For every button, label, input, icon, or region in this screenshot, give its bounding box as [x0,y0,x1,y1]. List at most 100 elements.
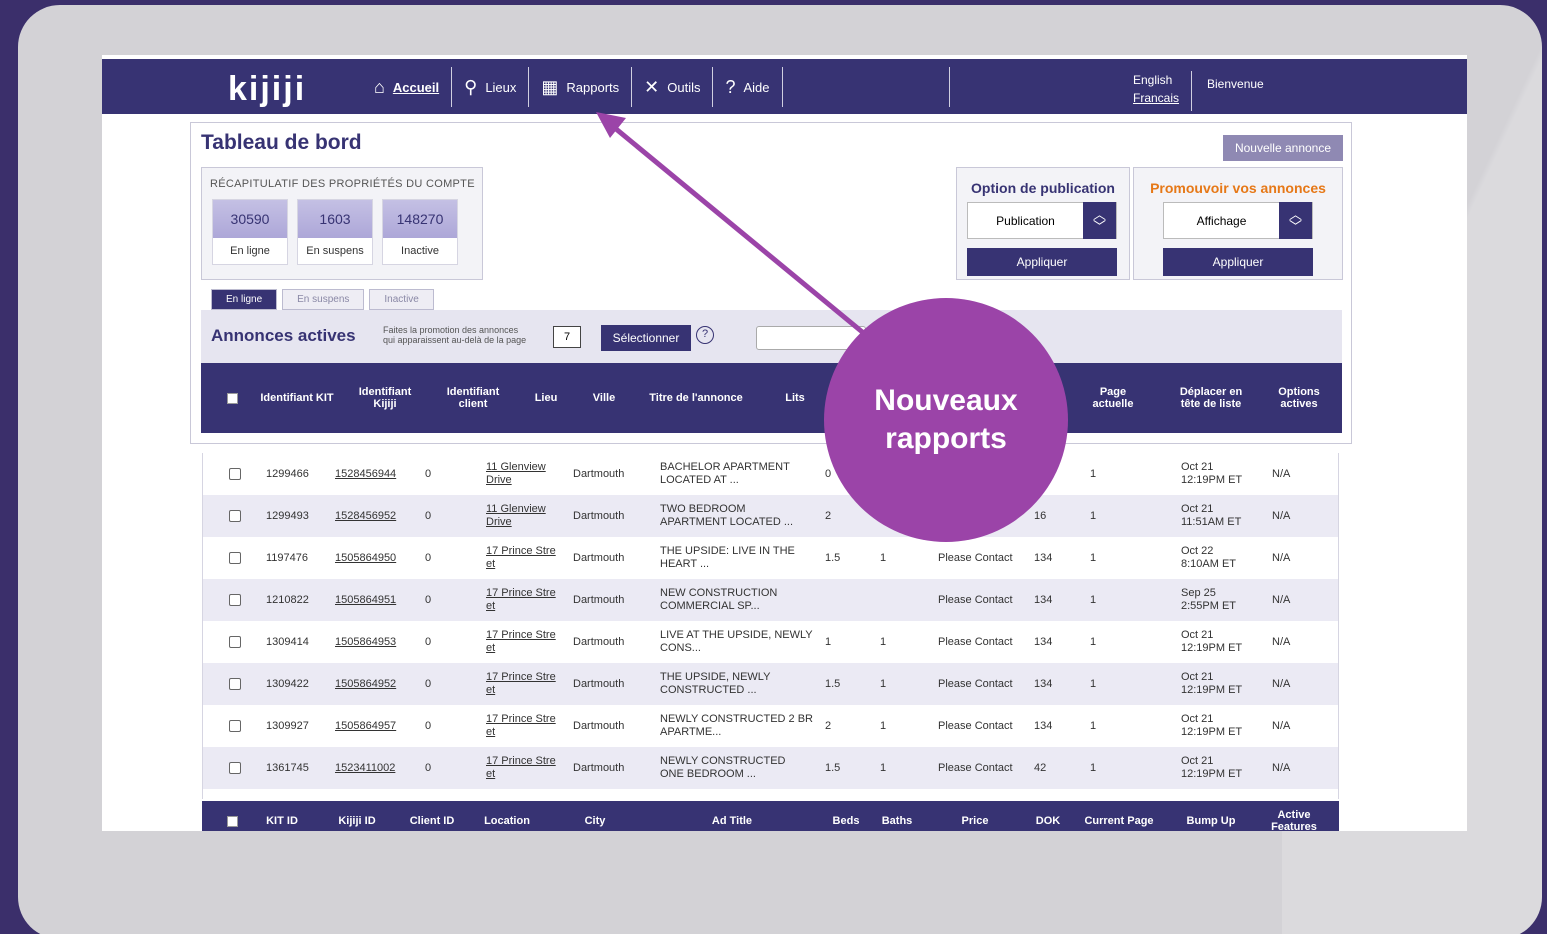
cell-kijiji[interactable]: 1505864953 [335,621,405,663]
tab-inactive[interactable]: Inactive [369,289,434,310]
col-footer[interactable]: City [572,801,618,831]
col-footer[interactable]: Client ID [408,801,456,831]
table-row[interactable]: 1361745 1523411002 0 17 Prince Stre et Dartmo… [203,747,1338,789]
col-footer[interactable]: KIT ID [257,801,307,831]
table-row[interactable]: 1197476 1505864950 0 17 Prince Stre et Dartmo… [203,537,1338,579]
col-header[interactable]: Identifiant client [435,363,511,433]
cell-location1[interactable]: 17 Prince Stre et [486,621,566,663]
stat-inactive[interactable]: 148270 Inactive [382,199,458,265]
main-nav: ⌂ Accueil ⚲ Lieux ▦ Rapports ✕ Outils ? [362,67,783,107]
cell-location1[interactable]: 11 Glenview Drive [486,453,566,495]
table-row[interactable]: 1309927 1505864957 0 17 Prince Stre et Dartmo… [203,705,1338,747]
stat-online[interactable]: 30590 En ligne [212,199,288,265]
publication-apply-button[interactable]: Appliquer [967,248,1117,276]
cell-text: 0 [425,719,432,732]
nav-item-accueil[interactable]: ⌂ Accueil [362,67,453,107]
row-checkbox-cell[interactable] [229,537,243,579]
cell-text: 1528456952 [335,509,397,522]
nav-item-lieux[interactable]: ⚲ Lieux [452,67,530,107]
cell-text: Dartmouth [573,467,625,480]
row-checkbox[interactable] [229,720,241,732]
row-checkbox-cell[interactable] [229,579,243,621]
cell-location1[interactable]: 11 Glenview Drive [486,495,566,537]
cell-price: Please Contact [938,663,1028,705]
stat-pending[interactable]: 1603 En suspens [297,199,373,265]
row-checkbox-cell[interactable] [229,621,243,663]
table-row[interactable]: 1210822 1505864951 0 17 Prince Stre et Dartmo… [203,579,1338,621]
col-header[interactable]: Ville [579,363,629,433]
language-french-link[interactable]: Francais [1133,89,1179,107]
publication-select[interactable]: Publication ︿ ﹀ [967,202,1117,239]
col-header[interactable]: Page actuelle [1081,363,1145,433]
cell-location1[interactable]: 17 Prince Stre et [486,537,566,579]
row-checkbox-cell[interactable] [229,453,243,495]
col-footer[interactable]: Price [950,801,1000,831]
row-checkbox[interactable] [229,636,241,648]
select-button[interactable]: Sélectionner [601,325,691,351]
cell-kijiji[interactable]: 1505864950 [335,537,405,579]
cell-kijiji[interactable]: 1505864957 [335,705,405,747]
cell-text: Please Contact [938,551,1013,564]
cell-location1[interactable]: 17 Prince Stre et [486,579,566,621]
nav-item-aide[interactable]: ? Aide [713,67,783,107]
select-all-checkbox-bottom[interactable] [224,801,240,831]
cell-title1: NEWLY CONSTRUCTED ONE BEDROOM ... [660,747,820,789]
cell-kijiji[interactable]: 1523411002 [335,747,405,789]
col-header[interactable]: Déplacer en tête de liste [1171,363,1251,433]
help-circle-icon[interactable]: ? [696,326,714,344]
promo-page-input[interactable]: 7 [553,326,581,348]
cell-text: 1210822 [266,593,309,606]
table-row[interactable]: 1309422 1505864952 0 17 Prince Stre et Dartmo… [203,663,1338,705]
col-header[interactable]: Lits [775,363,815,433]
promote-apply-button[interactable]: Appliquer [1163,248,1313,276]
col-footer[interactable]: Bump Up [1176,801,1246,831]
new-ad-button[interactable]: Nouvelle annonce [1223,135,1343,161]
col-footer[interactable]: Beds [824,801,868,831]
row-checkbox-cell[interactable] [229,495,243,537]
cell-city: Dartmouth [573,621,643,663]
col-footer[interactable]: Baths [874,801,920,831]
cell-location1[interactable]: 17 Prince Stre et [486,663,566,705]
tab-en-suspens[interactable]: En suspens [282,289,365,310]
nav-item-rapports[interactable]: ▦ Rapports [529,67,633,107]
select-all-checkbox[interactable] [221,363,243,433]
col-header[interactable]: Identifiant KIT [259,363,335,433]
col-footer[interactable]: DOK [1028,801,1068,831]
col-header[interactable]: Lieu [523,363,569,433]
cell-text: N/A [1272,551,1291,564]
cell-kijiji[interactable]: 1505864951 [335,579,405,621]
col-header[interactable]: Titre de l'annonce [641,363,751,433]
col-footer[interactable]: Active Features [1258,801,1330,831]
col-header[interactable]: Identifiant Kijiji [347,363,423,433]
row-checkbox-cell[interactable] [229,705,243,747]
cell-location1[interactable]: 17 Prince Stre et [486,747,566,789]
row-checkbox[interactable] [229,510,241,522]
tab-en-ligne[interactable]: En ligne [211,289,278,310]
language-english-link[interactable]: English [1133,71,1179,89]
col-footer[interactable]: Ad Title [692,801,772,831]
table-row[interactable]: 1299493 1528456952 0 11 Glenview Drive Dartmo… [203,495,1338,537]
promote-select[interactable]: Affichage ︿ ﹀ [1163,202,1313,239]
col-footer[interactable]: Location [472,801,542,831]
table-row[interactable]: 1309414 1505864953 0 17 Prince Stre et Dartmo… [203,621,1338,663]
cell-location1[interactable]: 17 Prince Stre et [486,705,566,747]
col-footer[interactable]: Kijiji ID [332,801,382,831]
row-checkbox[interactable] [229,678,241,690]
cell-text: THE UPSIDE, NEWLY [660,671,771,683]
row-checkbox[interactable] [229,762,241,774]
nav-item-outils[interactable]: ✕ Outils [632,67,714,107]
cell-kijiji[interactable]: 1528456944 [335,453,405,495]
cell-kijiji[interactable]: 1505864952 [335,663,405,705]
row-checkbox[interactable] [229,468,241,480]
table-row[interactable]: 1299466 1528456944 0 11 Glenview Drive Dartmo… [203,453,1338,495]
publication-select-value: Publication [996,213,1055,228]
col-header[interactable]: Options actives [1267,363,1331,433]
col-footer[interactable]: Current Page [1078,801,1160,831]
row-checkbox[interactable] [229,594,241,606]
cell-kijiji[interactable]: 1528456952 [335,495,405,537]
row-checkbox[interactable] [229,552,241,564]
row-checkbox-cell[interactable] [229,663,243,705]
kijiji-logo[interactable]: kijiji [228,70,306,109]
row-checkbox-cell[interactable] [229,747,243,789]
cell-text: 0 [425,467,432,480]
